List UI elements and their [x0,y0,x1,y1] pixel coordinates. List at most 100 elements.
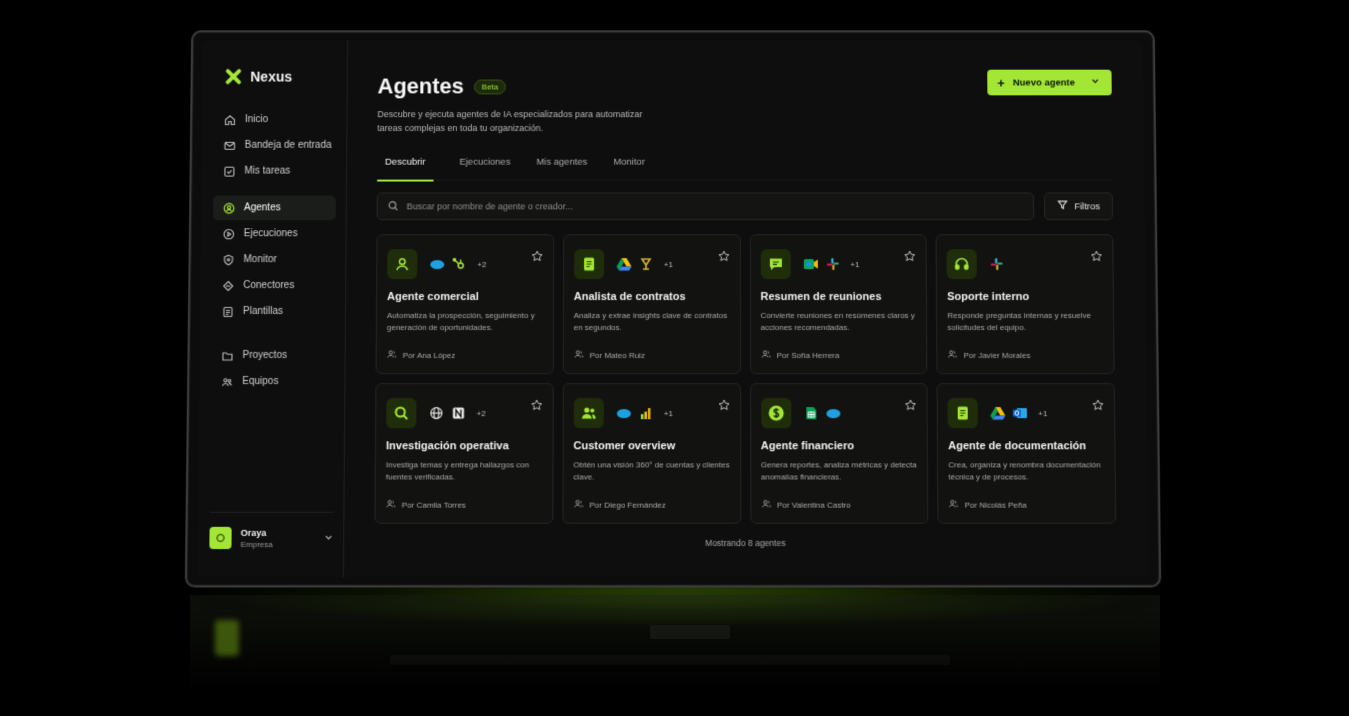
more-apps-count: +2 [477,259,487,269]
sidebar-item-mis-tareas[interactable]: Mis tareas [213,159,336,184]
star-icon[interactable] [531,249,544,262]
filters-button[interactable]: Filtros [1044,192,1114,221]
agent-title: Resumen de reuniones [760,291,882,304]
sidebar-item-proyectos[interactable]: Proyectos [211,343,334,368]
tab-bar: Descubrir Ejecuciones Mis agentes Monito… [376,156,1113,181]
chevron-down-icon[interactable] [1091,77,1100,89]
more-apps-count: +2 [476,408,486,418]
agent-card-documentacion[interactable]: +1 Agente de documentación Crea, organiz… [936,383,1117,524]
more-apps-count: +1 [663,408,673,418]
sidebar-item-label: Proyectos [242,349,288,361]
agent-title: Analista de contratos [573,291,686,304]
user-outline-icon [386,349,397,361]
new-agent-button[interactable]: + Nuevo agente [987,69,1112,96]
agent-card-reuniones[interactable]: +1 Resumen de reuniones Convierte reunio… [749,234,928,375]
chevron-down-icon[interactable] [324,529,333,547]
sidebar-item-bandeja[interactable]: Bandeja de entrada [214,133,337,158]
avatar [209,526,232,550]
user-menu[interactable]: Oraya Empresa [209,511,333,550]
agent-card-investigacion[interactable]: +2 Investigación operativa Investiga tem… [374,383,554,524]
more-apps-count: +1 [663,259,673,269]
agent-author: Por Camila Torres [401,500,466,510]
nexus-logo-icon [224,68,242,86]
agent-author: Por Sofía Herrera [776,350,840,360]
star-icon[interactable] [1090,249,1102,261]
sidebar-item-monitor[interactable]: Monitor [212,247,335,272]
agent-card-financiero[interactable]: Agente financiero Genera reportes, anali… [749,383,929,524]
more-apps-count: +1 [850,259,860,269]
agent-description: Crea, organiza y renombra documentación … [948,460,1101,482]
sidebar-item-label: Ejecuciones [243,228,298,240]
user-outline-icon [573,499,583,511]
sidebar-item-label: Agentes [243,202,281,214]
sidebar-item-inicio[interactable]: Inicio [214,107,337,132]
sidebar-item-label: Plantillas [242,306,284,317]
search-input[interactable] [406,201,1034,212]
sidebar-item-label: Bandeja de entrada [244,139,332,151]
salesforce-icon [429,256,445,272]
sidebar-item-equipos[interactable]: Equipos [211,369,334,394]
star-icon[interactable] [1092,398,1104,410]
user-icon [387,249,418,280]
google-drive-icon [990,405,1006,421]
agent-description: Automatiza la prospección, seguimiento y… [386,310,535,332]
agent-card-soporte[interactable]: Soporte interno Responde preguntas inter… [935,234,1115,375]
star-icon[interactable] [717,249,731,262]
document-icon [947,398,979,429]
agent-card-customer-overview[interactable]: +1 Customer overview Obtén una visión 36… [562,383,741,524]
agent-author: Por Diego Fernández [589,500,666,510]
team-icon [221,376,233,388]
app-logo[interactable]: Nexus [224,68,337,86]
agent-title: Customer overview [573,440,676,453]
agent-title: Soporte interno [947,291,1030,304]
tab-mis-agentes[interactable]: Mis agentes [536,157,587,180]
agent-description: Investiga temas y entrega hallazgos con … [385,460,530,482]
tab-ejecuciones[interactable]: Ejecuciones [459,157,510,180]
sidebar-item-conectores[interactable]: Conectores [212,273,335,298]
star-icon[interactable] [905,398,917,410]
search-icon [386,398,417,429]
tab-monitor[interactable]: Monitor [613,157,645,180]
more-apps-count: +1 [1038,408,1048,418]
user-plan: Empresa [240,539,273,549]
dollar-icon [760,398,791,429]
floor-reflection [190,595,1160,716]
tab-descubrir[interactable]: Descubrir [377,157,434,180]
agent-description: Obtén una visión 360° de cuentas y clien… [573,460,730,482]
main-content: Agentes Beta Descubre y ejecuta agentes … [344,40,1149,577]
agent-icon [223,202,235,214]
sidebar-item-label: Equipos [242,376,279,388]
user-name: Oraya [240,527,267,538]
sidebar: Nexus Inicio Bandeja de entrada Mis tare… [196,40,349,578]
star-icon[interactable] [530,398,542,410]
agent-title: Agente de documentación [948,440,1087,453]
user-outline-icon [386,499,396,511]
mail-icon [224,139,236,151]
shield-icon [222,254,234,266]
agent-card-contratos[interactable]: +1 Analista de contratos Analiza y extra… [562,234,741,375]
task-check-icon [223,165,236,177]
sidebar-item-label: Mis tareas [244,165,291,177]
connector-icon [222,280,234,292]
star-icon[interactable] [904,249,916,261]
template-icon [222,306,234,318]
page-subtitle: Descubre y ejecuta agentes de IA especia… [377,109,643,133]
user-outline-icon [949,499,959,511]
star-icon[interactable] [718,398,730,410]
sidebar-item-agentes[interactable]: Agentes [212,195,336,221]
beta-badge: Beta [473,79,507,94]
user-outline-icon [948,349,958,361]
google-drive-icon [616,256,632,272]
agent-card-comercial[interactable]: +2 Agente comercial Automatiza la prospe… [375,234,554,375]
sidebar-item-ejecuciones[interactable]: Ejecuciones [213,221,336,246]
sidebar-item-label: Conectores [243,280,295,292]
user-outline-icon [761,499,771,511]
agent-description: Convierte reuniones en resúmenes claros … [760,310,915,332]
hubspot-icon [451,256,467,272]
plus-icon: + [997,75,1005,90]
slack-icon [824,256,840,272]
search-icon [388,200,399,213]
sidebar-item-plantillas[interactable]: Plantillas [212,299,335,324]
app-name: Nexus [250,68,293,85]
agent-author: Por Ana López [402,350,456,360]
